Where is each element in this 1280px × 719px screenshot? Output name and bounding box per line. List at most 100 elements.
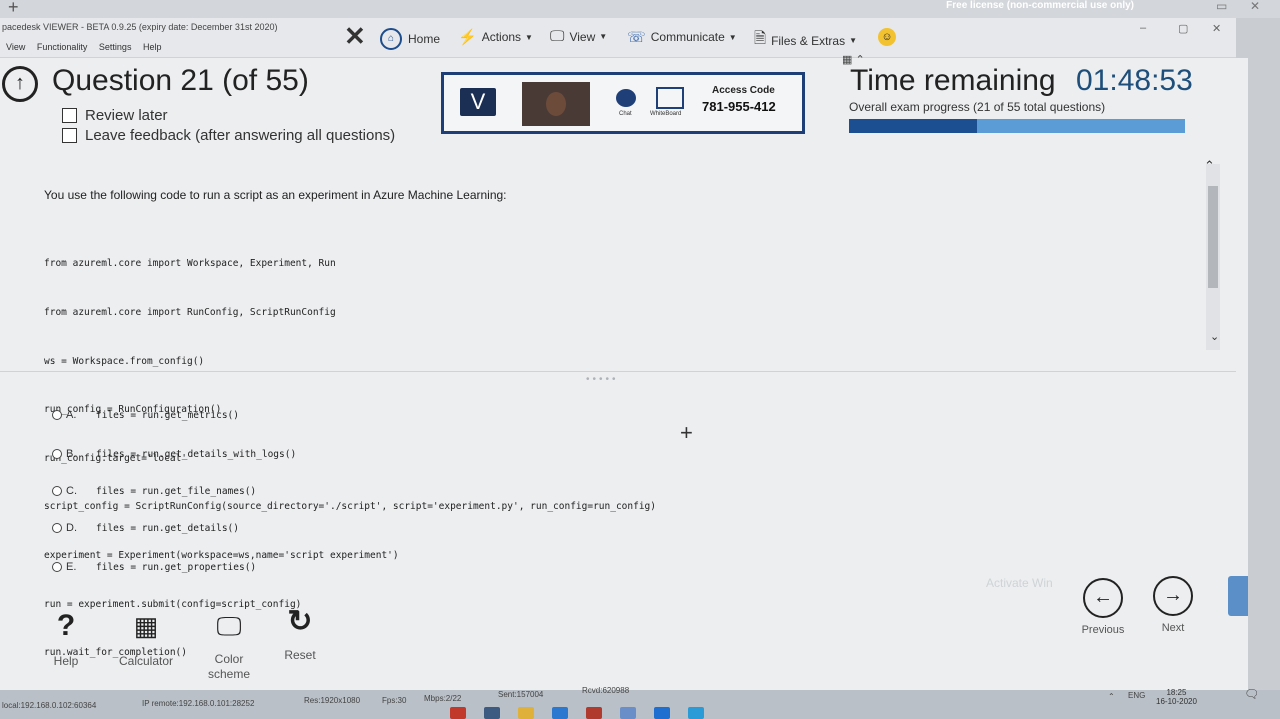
exam-progress-bar [849,119,1185,133]
mouse-cursor-icon: + [680,420,693,445]
teamviewer-icon[interactable] [688,707,704,719]
toolbar-files-label: Files & Extras [771,33,846,48]
calculator-label: Calculator [118,654,174,668]
menu-view[interactable]: View [6,42,25,52]
reset-button[interactable]: ↻ Reset [278,602,322,663]
language-indicator[interactable]: ENG [1128,691,1145,700]
menu-help[interactable]: Help [143,42,162,52]
radio-icon [52,486,62,496]
license-text: Free license (non-commercial use only) [946,0,1134,11]
whiteboard-icon[interactable] [656,87,684,109]
toolbar-view-label: View [569,29,596,44]
pane-divider[interactable] [0,371,1236,372]
leave-feedback-checkbox[interactable]: Leave feedback (after answering all ques… [62,127,395,144]
question-scrollbar[interactable] [1206,164,1220,350]
notification-icon[interactable]: 🗨 [1244,687,1259,701]
toolbar-actions-label: Actions [481,30,522,44]
radio-icon [52,523,62,533]
next-label: Next [1161,622,1185,634]
store-icon[interactable] [450,707,466,719]
scrollbar-thumb[interactable] [1208,186,1218,288]
status-sent: Sent:157004 [498,690,544,699]
color-scheme-label-line1: Color [214,652,244,666]
previous-button[interactable]: ← Previous [1076,578,1130,636]
disconnect-icon[interactable]: ✕ [344,21,366,52]
chevron-down-icon: ▼ [849,36,857,45]
code-line: from azureml.core import Workspace, Expe… [44,258,336,270]
chat-icon[interactable] [616,89,636,107]
answer-letter: B. [66,448,77,460]
reset-icon: ↻ [287,605,313,638]
menu-settings[interactable]: Settings [99,42,132,52]
app-icon[interactable] [484,707,500,719]
close-window-icon[interactable]: ✕ [1250,0,1260,13]
exam-progress-label: Overall exam progress (21 of 55 total qu… [849,100,1106,114]
restore-window-icon[interactable]: ▭ [1216,0,1227,13]
monitor-icon: 🖵 [216,611,242,641]
answer-option-b[interactable]: B. files = run.get_details_with_logs() [52,448,296,460]
chevron-down-icon: ▼ [599,32,608,41]
arrow-left-icon: ← [1083,578,1123,618]
time-remaining-value: 01:48:53 [1076,64,1193,97]
color-scheme-label-line2: scheme [207,667,251,681]
viewer-title: pacedesk VIEWER - BETA 0.9.25 (expiry da… [2,22,278,32]
answer-option-e[interactable]: E. files = run.get_properties() [52,561,256,573]
answer-option-d[interactable]: D. files = run.get_details() [52,522,239,534]
answer-option-a[interactable]: A. files = run.get_metrics() [52,409,239,421]
toolbar-actions-button[interactable]: ⚡ Actions ▼ [458,28,533,46]
minimize-icon[interactable]: – [1140,22,1146,34]
window-top-strip: + Free license (non-commercial use only)… [0,0,1280,18]
radio-icon [52,449,62,459]
reset-label: Reset [284,648,316,662]
calculator-icon: ▦ [133,611,159,641]
code-line: script_config = ScriptRunConfig(source_d… [44,501,656,513]
toolbar-view-button[interactable]: 🖵 View ▼ [550,28,607,45]
question-prompt: You use the following code to run a scri… [44,188,507,202]
help-button[interactable]: ? Help [46,606,86,669]
toolbar-communicate-button[interactable]: ☏ Communicate ▼ [627,28,737,46]
taskbar-clock[interactable]: 18:25 16-10-2020 [1156,688,1197,706]
calculator-button[interactable]: ▦ Calculator [108,606,184,669]
status-rcvd: Rcvd:620988 [582,686,630,695]
folder-icon[interactable] [518,707,534,719]
webcam-preview [522,82,590,126]
question-title: Question 21 (of 55) [52,64,309,97]
toolbar-home-button[interactable]: ⌂ Home [380,28,440,50]
question-mark-icon: ? [56,609,76,642]
color-scheme-button[interactable]: 🖵 Color scheme [204,606,254,682]
toolbar-communicate-label: Communicate [650,30,725,44]
clock-date: 16-10-2020 [1156,697,1197,706]
app-icon[interactable] [620,707,636,719]
answer-option-c[interactable]: C. files = run.get_file_names() [52,485,256,497]
radio-icon [52,562,62,572]
next-button[interactable]: → Next [1148,576,1198,634]
edge-icon[interactable] [552,707,568,719]
chrome-icon[interactable] [654,707,670,719]
monitor-icon: 🖵 [550,28,565,45]
toolbar-files-button[interactable]: 🗎 Files & Extras ▼ [754,28,857,53]
taskbar-icons [450,707,704,719]
back-arrow-icon[interactable]: ↑ [2,66,38,102]
close-icon[interactable]: ✕ [1212,22,1221,35]
menu-functionality[interactable]: Functionality [37,42,88,52]
spacedesk-overlay: V Chat WhiteBoard Access Code 781-955-41… [441,72,805,134]
checkbox-icon [62,128,77,143]
help-label: Help [53,654,79,668]
status-bar: local:192.168.0.102:60364 IP remote:192.… [0,686,1280,719]
answer-code: files = run.get_properties() [96,561,257,573]
scroll-down-icon[interactable]: ⌄ [1210,330,1219,343]
answer-code: files = run.get_details_with_logs() [96,448,297,460]
smiley-icon[interactable]: ☺ [878,28,896,46]
maximize-icon[interactable]: ▢ [1178,22,1188,35]
new-tab-icon[interactable]: + [8,0,19,18]
drag-handle-icon[interactable]: ••••• [586,374,619,385]
side-panel-tab[interactable] [1228,576,1248,616]
status-remote: IP remote:192.168.0.101:28252 [142,699,255,708]
viewer-toolbar: pacedesk VIEWER - BETA 0.9.25 (expiry da… [0,18,1236,58]
previous-label: Previous [1081,624,1125,636]
review-later-label: Review later [85,107,168,124]
tray-chevron-icon[interactable]: ⌃ [1108,692,1115,701]
review-later-checkbox[interactable]: Review later [62,107,168,124]
office-icon[interactable] [586,707,602,719]
answer-letter: D. [66,522,77,534]
